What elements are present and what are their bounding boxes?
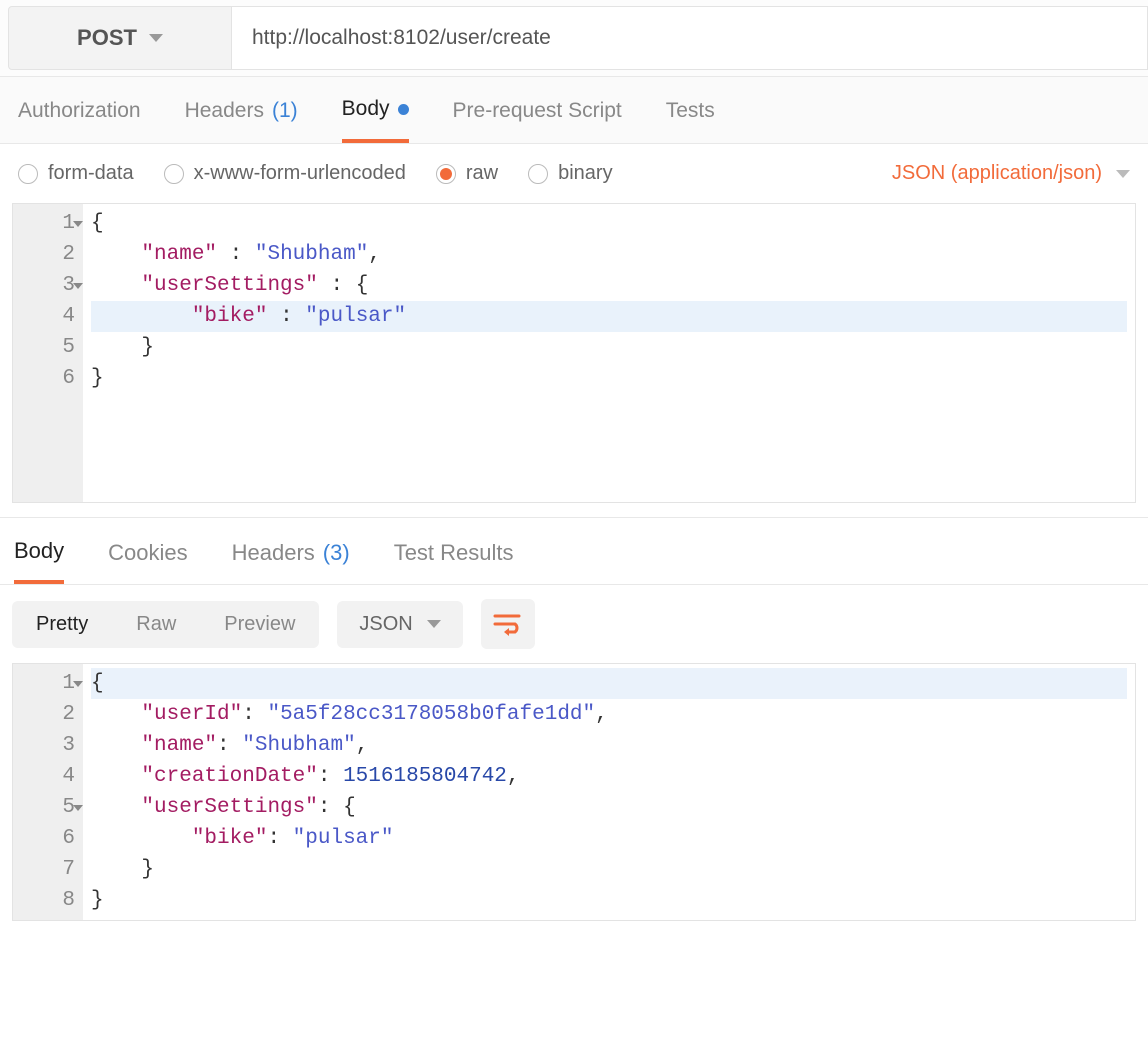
- body-type-raw[interactable]: raw: [436, 162, 498, 185]
- format-label: JSON: [359, 613, 412, 636]
- editor-gutter: 1 2 3 4 5 6 7 8: [13, 664, 83, 920]
- url-input[interactable]: http://localhost:8102/user/create: [232, 6, 1148, 70]
- resp-tab-body[interactable]: Body: [14, 538, 64, 584]
- url-value: http://localhost:8102/user/create: [252, 26, 551, 50]
- radio-icon: [18, 164, 38, 184]
- seg-label: Preview: [224, 613, 295, 635]
- http-method-label: POST: [77, 25, 137, 51]
- chevron-down-icon: [427, 620, 441, 628]
- body-type-urlencoded[interactable]: x-www-form-urlencoded: [164, 162, 406, 185]
- tab-label: Body: [342, 97, 390, 121]
- body-type-row: form-data x-www-form-urlencoded raw bina…: [0, 144, 1148, 203]
- code-line: "bike" : "pulsar": [91, 301, 1127, 332]
- chevron-down-icon: [1116, 170, 1130, 178]
- tab-label: Pre-request Script: [453, 99, 622, 123]
- line-number: 4: [31, 761, 75, 792]
- response-body-editor[interactable]: 1 2 3 4 5 6 7 8 { "userId": "5a5f28cc317…: [12, 663, 1136, 921]
- seg-label: Pretty: [36, 613, 88, 635]
- wrap-lines-button[interactable]: [481, 599, 535, 649]
- tab-count: (3): [323, 540, 350, 566]
- code-line: "creationDate": 1516185804742,: [91, 761, 1127, 792]
- line-number: 3: [31, 270, 75, 301]
- response-tabs: Body Cookies Headers (3) Test Results: [0, 517, 1148, 585]
- tab-pre-request-script[interactable]: Pre-request Script: [453, 97, 622, 143]
- request-body-editor[interactable]: 1 2 3 4 5 6 { "name" : "Shubham", "userS…: [12, 203, 1136, 503]
- tab-label: Cookies: [108, 540, 187, 566]
- chevron-down-icon: [149, 34, 163, 42]
- tab-count: (1): [272, 99, 298, 123]
- code-line: }: [91, 363, 1127, 394]
- tab-label: Tests: [666, 99, 715, 123]
- request-bar: POST http://localhost:8102/user/create: [0, 0, 1148, 77]
- line-number: 3: [31, 730, 75, 761]
- radio-icon: [436, 164, 456, 184]
- line-number: 8: [31, 885, 75, 916]
- line-number: 5: [31, 792, 75, 823]
- line-number: 2: [31, 239, 75, 270]
- radio-label: form-data: [48, 162, 134, 185]
- body-type-binary[interactable]: binary: [528, 162, 612, 185]
- wrap-icon: [493, 612, 523, 636]
- content-type-select[interactable]: JSON (application/json): [892, 162, 1130, 185]
- code-line: "name" : "Shubham",: [91, 239, 1127, 270]
- tab-label: Headers: [185, 99, 264, 123]
- editor-gutter: 1 2 3 4 5 6: [13, 204, 83, 502]
- code-line: "userSettings": {: [91, 792, 1127, 823]
- code-line: }: [91, 854, 1127, 885]
- radio-icon: [164, 164, 184, 184]
- response-toolbar: Pretty Raw Preview JSON: [0, 585, 1148, 663]
- editor-code[interactable]: { "userId": "5a5f28cc3178058b0fafe1dd", …: [83, 664, 1135, 920]
- code-line: "name": "Shubham",: [91, 730, 1127, 761]
- tab-headers[interactable]: Headers (1): [185, 97, 298, 143]
- view-preview-button[interactable]: Preview: [200, 601, 319, 648]
- line-number: 1: [31, 208, 75, 239]
- radio-label: x-www-form-urlencoded: [194, 162, 406, 185]
- tab-authorization[interactable]: Authorization: [18, 97, 141, 143]
- tab-body[interactable]: Body: [342, 97, 409, 143]
- view-raw-button[interactable]: Raw: [112, 601, 200, 648]
- line-number: 2: [31, 699, 75, 730]
- line-number: 4: [31, 301, 75, 332]
- resp-tab-test-results[interactable]: Test Results: [394, 538, 514, 584]
- response-format-select[interactable]: JSON: [337, 601, 462, 648]
- resp-tab-cookies[interactable]: Cookies: [108, 538, 187, 584]
- code-line: "userSettings" : {: [91, 270, 1127, 301]
- line-number: 5: [31, 332, 75, 363]
- content-type-label: JSON (application/json): [892, 162, 1102, 185]
- line-number: 1: [31, 668, 75, 699]
- modified-dot-icon: [398, 104, 409, 115]
- tab-label: Authorization: [18, 99, 141, 123]
- tab-label: Body: [14, 538, 64, 564]
- radio-label: raw: [466, 162, 498, 185]
- tab-label: Test Results: [394, 540, 514, 566]
- line-number: 6: [31, 823, 75, 854]
- code-line: }: [91, 332, 1127, 363]
- http-method-select[interactable]: POST: [8, 6, 232, 70]
- resp-tab-headers[interactable]: Headers (3): [232, 538, 350, 584]
- code-line: {: [91, 668, 1127, 699]
- line-number: 7: [31, 854, 75, 885]
- tab-label: Headers: [232, 540, 315, 566]
- request-tabs: Authorization Headers (1) Body Pre-reque…: [0, 77, 1148, 144]
- code-line: {: [91, 208, 1127, 239]
- view-mode-segment: Pretty Raw Preview: [12, 601, 319, 648]
- tab-tests[interactable]: Tests: [666, 97, 715, 143]
- body-type-form-data[interactable]: form-data: [18, 162, 134, 185]
- view-pretty-button[interactable]: Pretty: [12, 601, 112, 648]
- editor-code[interactable]: { "name" : "Shubham", "userSettings" : {…: [83, 204, 1135, 502]
- line-number: 6: [31, 363, 75, 394]
- seg-label: Raw: [136, 613, 176, 635]
- code-line: }: [91, 885, 1127, 916]
- radio-label: binary: [558, 162, 612, 185]
- code-line: "userId": "5a5f28cc3178058b0fafe1dd",: [91, 699, 1127, 730]
- code-line: "bike": "pulsar": [91, 823, 1127, 854]
- radio-icon: [528, 164, 548, 184]
